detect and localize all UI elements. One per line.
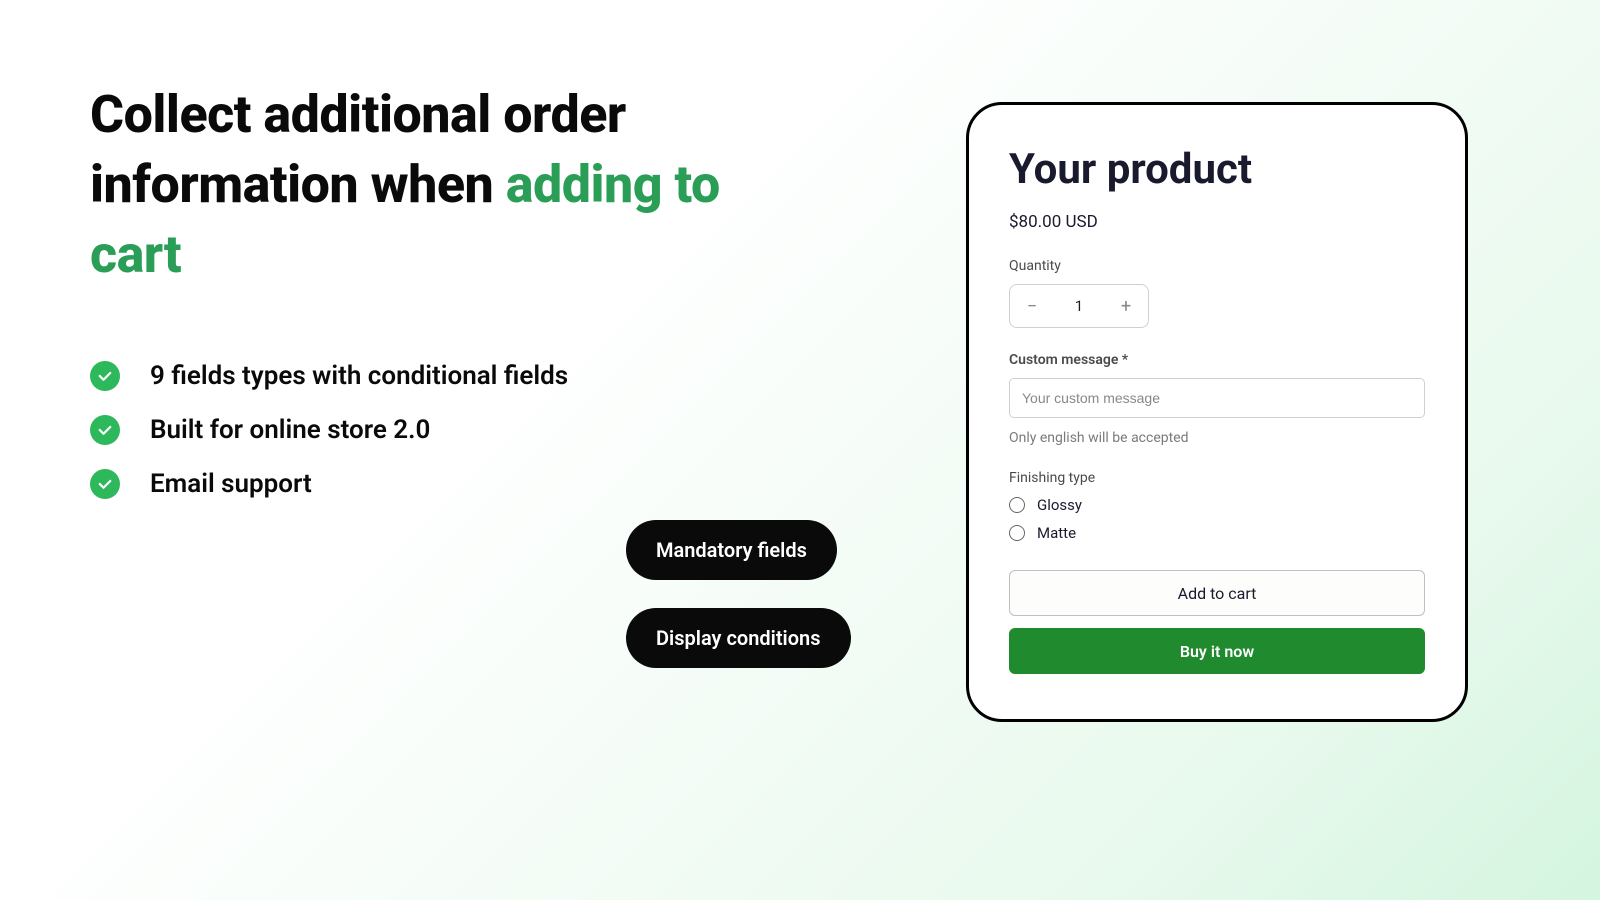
custom-message-input[interactable] bbox=[1009, 378, 1425, 418]
quantity-decrement-button[interactable]: − bbox=[1010, 284, 1054, 328]
button-row: Add to cart Buy it now bbox=[1009, 570, 1425, 674]
feature-text: Email support bbox=[150, 469, 312, 499]
product-card: Your product $80.00 USD Quantity − 1 + C… bbox=[966, 102, 1468, 722]
quantity-stepper: − 1 + bbox=[1009, 284, 1149, 328]
feature-text: 9 fields types with conditional fields bbox=[150, 361, 568, 391]
check-icon bbox=[90, 415, 120, 445]
radio-icon bbox=[1009, 497, 1025, 513]
quantity-label: Quantity bbox=[1009, 258, 1425, 274]
product-price: $80.00 USD bbox=[1009, 212, 1425, 232]
check-icon bbox=[90, 361, 120, 391]
feature-item: Email support bbox=[90, 469, 740, 499]
check-icon bbox=[90, 469, 120, 499]
feature-text: Built for online store 2.0 bbox=[150, 415, 430, 445]
finishing-option-matte[interactable]: Matte bbox=[1009, 524, 1425, 542]
quantity-value: 1 bbox=[1054, 297, 1104, 315]
feature-list: 9 fields types with conditional fields B… bbox=[90, 361, 740, 499]
finishing-option-glossy[interactable]: Glossy bbox=[1009, 496, 1425, 514]
custom-message-helper: Only english will be accepted bbox=[1009, 430, 1425, 446]
finishing-label: Finishing type bbox=[1009, 470, 1425, 486]
custom-message-label: Custom message * bbox=[1009, 352, 1425, 368]
buy-it-now-button[interactable]: Buy it now bbox=[1009, 628, 1425, 674]
quantity-increment-button[interactable]: + bbox=[1104, 284, 1148, 328]
feature-item: Built for online store 2.0 bbox=[90, 415, 740, 445]
pill-display-conditions: Display conditions bbox=[626, 608, 851, 668]
radio-label: Glossy bbox=[1037, 496, 1082, 514]
radio-label: Matte bbox=[1037, 524, 1076, 542]
feature-item: 9 fields types with conditional fields bbox=[90, 361, 740, 391]
add-to-cart-button[interactable]: Add to cart bbox=[1009, 570, 1425, 616]
marketing-copy: Collect additional order information whe… bbox=[90, 80, 740, 523]
finishing-radio-group: Glossy Matte bbox=[1009, 496, 1425, 542]
headline: Collect additional order information whe… bbox=[90, 80, 740, 291]
pill-mandatory-fields: Mandatory fields bbox=[626, 520, 837, 580]
radio-icon bbox=[1009, 525, 1025, 541]
product-title: Your product bbox=[1009, 145, 1425, 194]
